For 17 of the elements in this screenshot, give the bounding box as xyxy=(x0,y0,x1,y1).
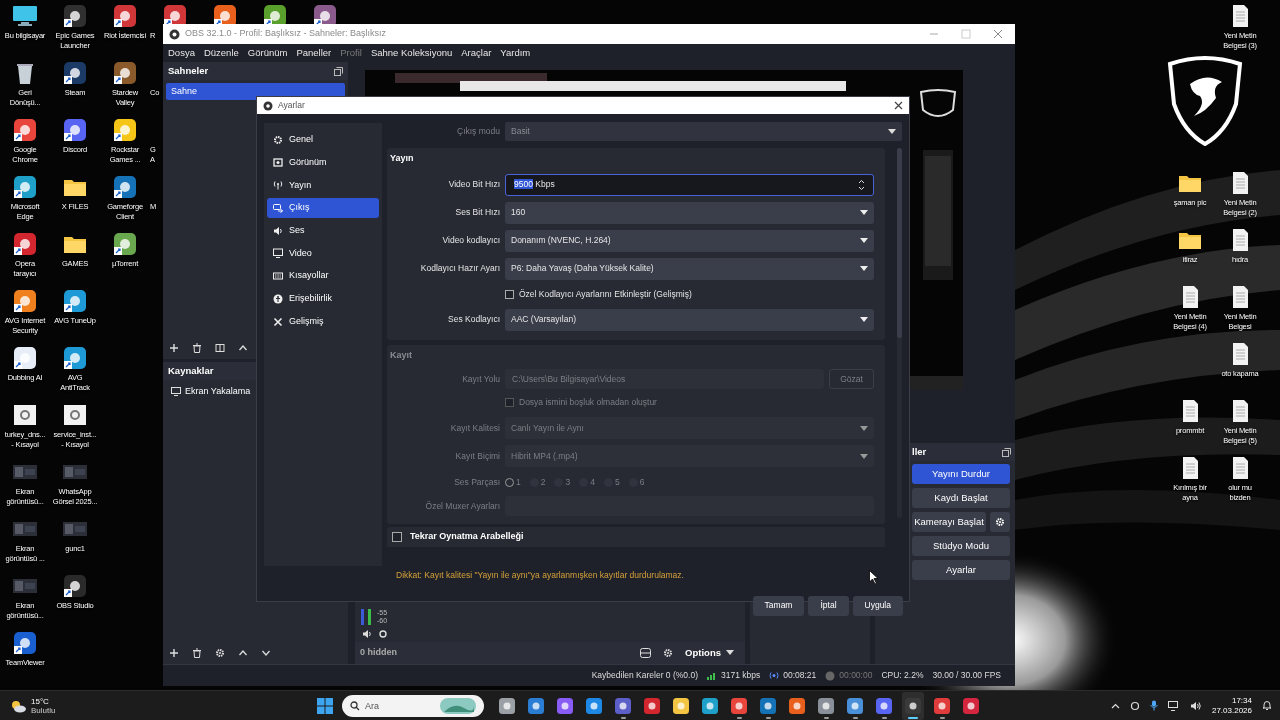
network-icon[interactable] xyxy=(1167,700,1180,711)
clock-date[interactable]: 27.03.2026 xyxy=(1211,705,1252,716)
search-box[interactable]: Ara xyxy=(342,694,484,717)
notification-bell-icon[interactable] xyxy=(1262,700,1272,711)
weather-temperature: 15°C xyxy=(31,696,50,706)
microphone-icon[interactable] xyxy=(1149,700,1158,711)
chevron-up-icon[interactable] xyxy=(1110,702,1120,709)
sync-icon[interactable] xyxy=(1129,700,1140,711)
speaker-icon[interactable] xyxy=(1189,700,1202,711)
landscape-icon xyxy=(440,697,476,714)
taskbar-app-button[interactable] xyxy=(902,691,924,720)
weather-icon[interactable] xyxy=(10,698,26,713)
search-icon xyxy=(350,700,360,711)
clock-time[interactable]: 17:34 xyxy=(1231,695,1252,706)
start-icon[interactable] xyxy=(317,697,333,714)
search-field[interactable]: Ara xyxy=(365,696,435,715)
weather-condition: Bulutlu xyxy=(31,705,56,715)
